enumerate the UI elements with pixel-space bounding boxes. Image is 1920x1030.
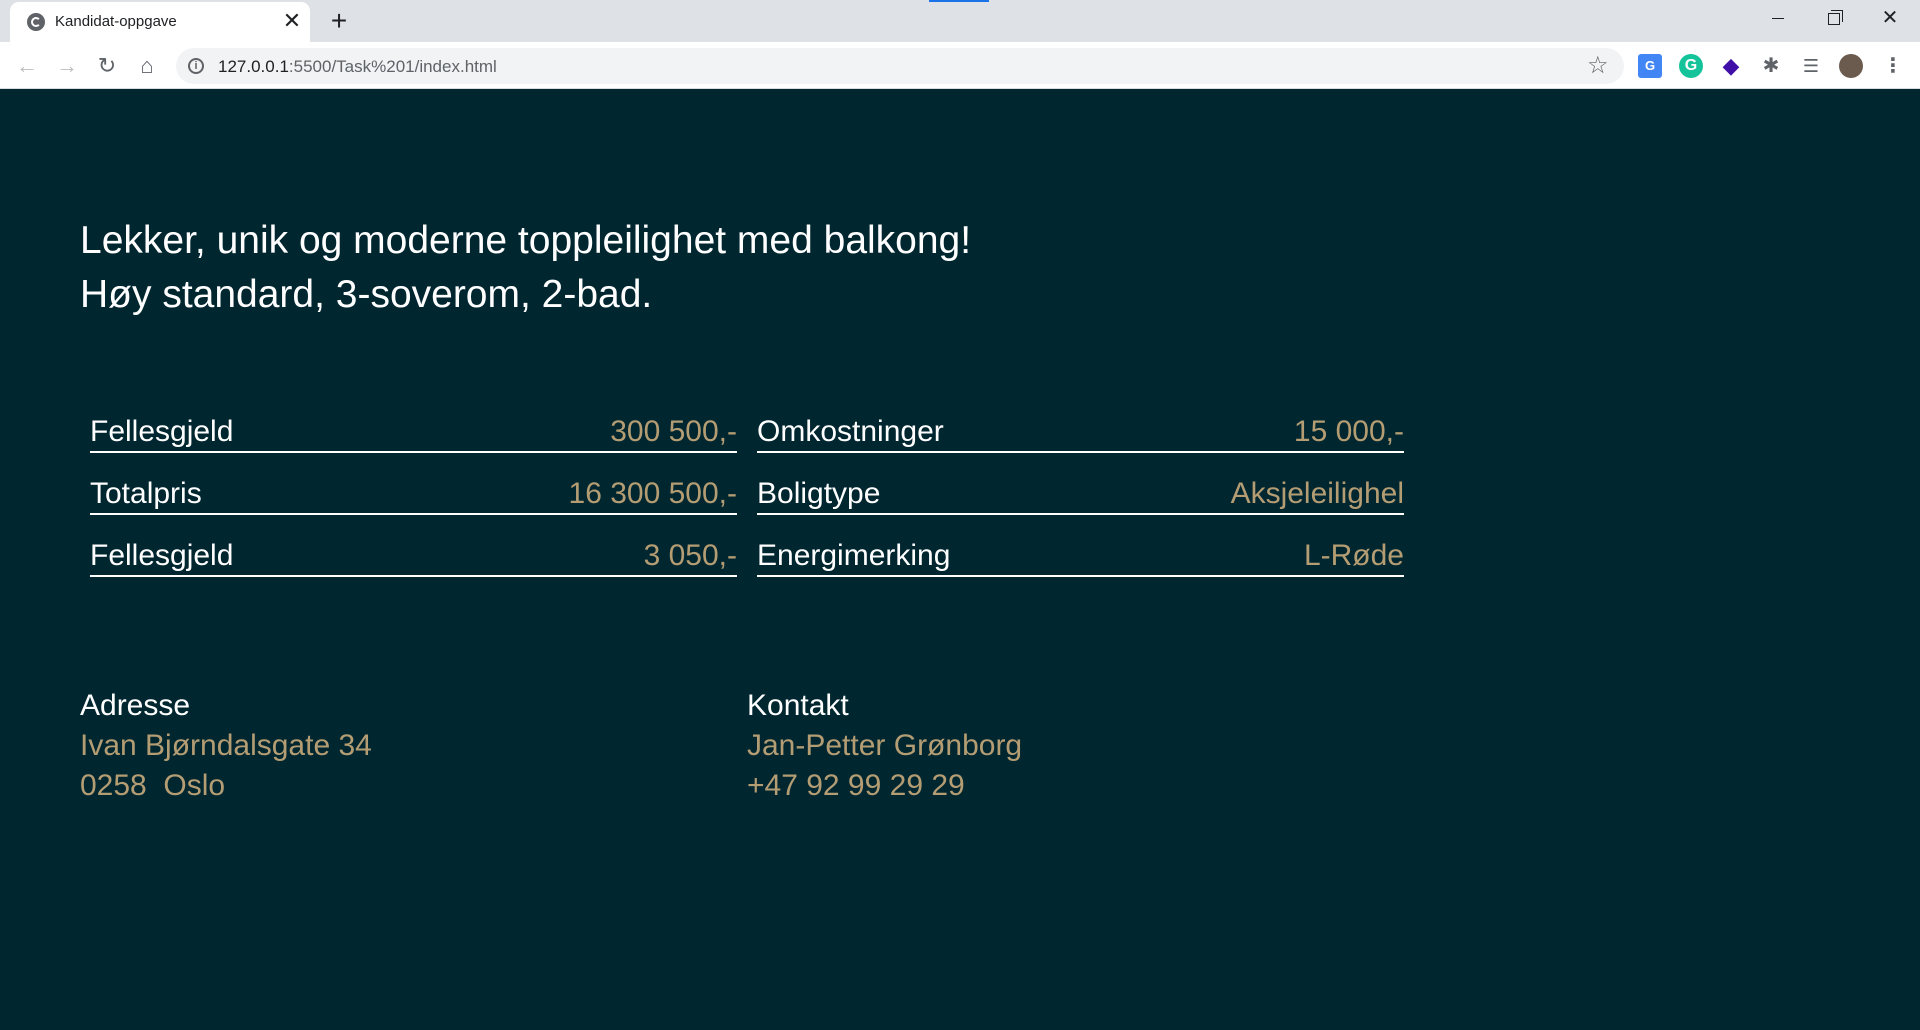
grammarly-icon[interactable]: G [1679, 54, 1703, 78]
url-text[interactable]: 127.0.0.1:5500/Task%201/index.html [218, 57, 497, 77]
close-icon[interactable]: ✕ [280, 9, 304, 33]
window-close-button[interactable]: ✕ [1862, 0, 1918, 38]
address-heading: Adresse [80, 689, 191, 722]
detail-label: Energimerking [757, 539, 951, 572]
detail-value: 15 000,- [1293, 415, 1404, 448]
detail-value: Aksjeleilighel [1230, 477, 1404, 510]
tab-strip: Kandidat-oppgave ✕ + ✕ [0, 0, 1920, 42]
detail-row: Fellesgjeld 300 500,- [90, 406, 737, 453]
address-postal: 0258 Oslo [80, 769, 226, 802]
listing-headline: Lekker, unik og moderne toppleilighet me… [80, 214, 971, 322]
detail-value: 300 500,- [610, 415, 737, 448]
reload-icon[interactable]: ↻ [92, 51, 122, 81]
browser-tab[interactable]: Kandidat-oppgave ✕ [10, 2, 310, 42]
tab-indicator [929, 0, 989, 2]
detail-label: Boligtype [757, 477, 881, 510]
tab-title: Kandidat-oppgave [55, 13, 177, 30]
detail-row: Fellesgjeld 3 050,- [90, 530, 737, 577]
restore-button[interactable] [1806, 0, 1862, 38]
contact-phone: +47 92 99 29 29 [747, 769, 965, 802]
detail-row: Boligtype Aksjeleilighel [757, 468, 1404, 515]
avatar-icon[interactable] [1839, 54, 1863, 78]
details-grid: Fellesgjeld 300 500,- Omkostninger 15 00… [90, 406, 1404, 577]
star-icon[interactable]: ☆ [1587, 51, 1609, 80]
globe-icon [27, 13, 45, 31]
headline-line-1: Lekker, unik og moderne toppleilighet me… [80, 219, 972, 262]
detail-label: Totalpris [90, 477, 202, 510]
browser-toolbar: ← → ↻ ⌂ i 127.0.0.1:5500/Task%201/index.… [0, 42, 1920, 89]
info-icon[interactable]: i [188, 58, 204, 74]
layers-icon[interactable]: ◆ [1719, 54, 1743, 78]
minimize-icon [1772, 18, 1784, 19]
kebab-menu-icon[interactable]: ⋮ [1881, 54, 1905, 78]
forward-arrow-icon[interactable]: → [52, 51, 82, 81]
detail-label: Fellesgjeld [90, 539, 234, 572]
plus-icon[interactable]: + [326, 7, 352, 35]
address-street: Ivan Bjørndalsgate 34 [80, 729, 372, 762]
listing-page: Lekker, unik og moderne toppleilighet me… [0, 90, 1920, 1030]
headline-line-2: Høy standard, 3-soverom, 2-bad. [80, 273, 653, 316]
address-bar[interactable]: i 127.0.0.1:5500/Task%201/index.html ☆ [176, 48, 1624, 84]
detail-value: 3 050,- [643, 539, 737, 572]
home-icon[interactable]: ⌂ [132, 51, 162, 81]
detail-value: L-Røde [1303, 539, 1404, 572]
back-arrow-icon[interactable]: ← [12, 51, 42, 81]
detail-value: 16 300 500,- [568, 477, 737, 510]
media-queue-icon[interactable]: ☰ [1799, 54, 1823, 78]
detail-label: Omkostninger [757, 415, 944, 448]
minimize-button[interactable] [1750, 0, 1806, 38]
google-translate-icon[interactable]: G [1638, 54, 1662, 78]
address-block: Adresse Ivan Bjørndalsgate 34 0258 Oslo [80, 686, 372, 806]
detail-row: Totalpris 16 300 500,- [90, 468, 737, 515]
puzzle-icon[interactable]: ✱ [1759, 54, 1783, 78]
detail-row: Energimerking L-Røde [757, 530, 1404, 577]
detail-label: Fellesgjeld [90, 415, 234, 448]
detail-row: Omkostninger 15 000,- [757, 406, 1404, 453]
contact-name: Jan-Petter Grønborg [747, 729, 1023, 762]
contact-block: Kontakt Jan-Petter Grønborg +47 92 99 29… [747, 686, 1022, 806]
url-host: 127.0.0.1 [218, 57, 289, 76]
restore-icon [1828, 10, 1843, 25]
url-path: :5500/Task%201/index.html [288, 57, 497, 76]
contact-heading: Kontakt [747, 689, 849, 722]
